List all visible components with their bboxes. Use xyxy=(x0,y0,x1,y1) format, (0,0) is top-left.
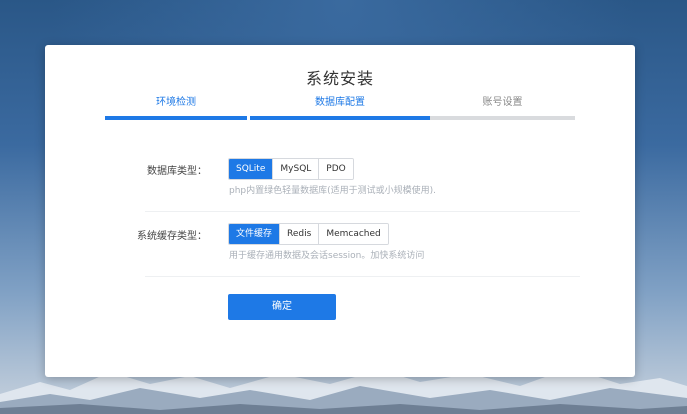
step-label: 数据库配置 xyxy=(315,97,365,108)
cache-option-redis[interactable]: Redis xyxy=(280,224,320,244)
cache-option-file[interactable]: 文件缓存 xyxy=(229,224,281,244)
step-progress-bar xyxy=(105,116,247,120)
page-title: 系统安装 xyxy=(305,69,374,88)
cache-option-memcached[interactable]: Memcached xyxy=(319,224,388,244)
confirm-button[interactable]: 确定 xyxy=(228,294,336,320)
step-database-config: 数据库配置 xyxy=(250,96,430,120)
cache-type-help: 用于缓存通用数据及会话session。加快系统访问 xyxy=(229,251,425,261)
database-type-label: 数据库类型： xyxy=(147,166,207,177)
divider xyxy=(145,276,580,277)
divider xyxy=(145,211,580,212)
database-type-help: php内置绿色轻量数据库(适用于测试或小规模使用). xyxy=(229,186,437,196)
step-environment-check: 环境检测 xyxy=(105,96,247,120)
database-type-selector: SQLite MySQL PDO xyxy=(228,158,354,180)
cache-type-selector: 文件缓存 Redis Memcached xyxy=(228,223,389,245)
database-option-pdo[interactable]: PDO xyxy=(319,159,353,179)
step-progress: 环境检测 数据库配置 账号设置 xyxy=(105,96,575,120)
install-panel: 系统安装 环境检测 数据库配置 账号设置 数据库类型： SQLite MySQL… xyxy=(45,45,635,377)
step-progress-bar xyxy=(250,116,430,120)
database-option-mysql[interactable]: MySQL xyxy=(273,159,320,179)
step-label: 账号设置 xyxy=(482,97,523,108)
database-option-sqlite[interactable]: SQLite xyxy=(229,159,274,179)
step-label: 环境检测 xyxy=(156,97,196,108)
cache-type-label: 系统缓存类型： xyxy=(137,231,207,242)
step-account-settings: 账号设置 xyxy=(430,96,575,120)
step-progress-bar xyxy=(430,116,575,120)
